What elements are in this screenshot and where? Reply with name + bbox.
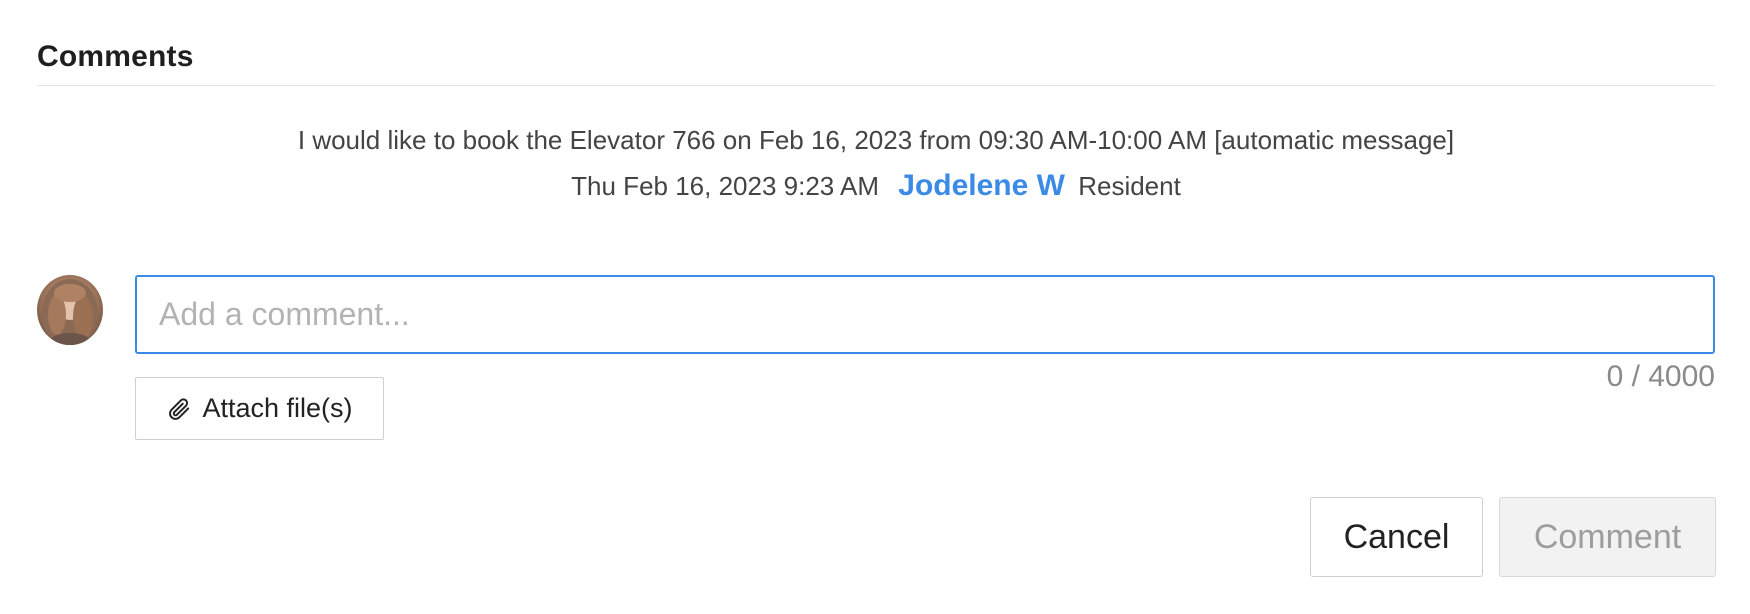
section-divider xyxy=(37,85,1715,86)
user-avatar xyxy=(37,275,103,345)
comment-timestamp: Thu Feb 16, 2023 9:23 AM xyxy=(571,171,880,201)
comment-entry: I would like to book the Elevator 766 on… xyxy=(37,120,1715,206)
attach-files-label: Attach file(s) xyxy=(202,393,353,423)
comment-input[interactable] xyxy=(135,275,1715,354)
comment-text: I would like to book the Elevator 766 on… xyxy=(297,125,1455,155)
avatar-portrait-icon xyxy=(42,279,98,345)
comment-author-role: Resident xyxy=(1078,171,1181,201)
char-counter: 0 / 4000 xyxy=(1606,360,1715,393)
attach-files-button[interactable]: Attach file(s) xyxy=(135,377,384,440)
comment-submit-button[interactable]: Comment xyxy=(1499,497,1716,577)
comment-meta: Thu Feb 16, 2023 9:23 AM Jodelene W Resi… xyxy=(37,166,1715,206)
paperclip-icon xyxy=(166,396,192,422)
section-title: Comments xyxy=(37,40,194,73)
comment-author-link[interactable]: Jodelene W xyxy=(898,169,1065,202)
cancel-button[interactable]: Cancel xyxy=(1310,497,1483,577)
